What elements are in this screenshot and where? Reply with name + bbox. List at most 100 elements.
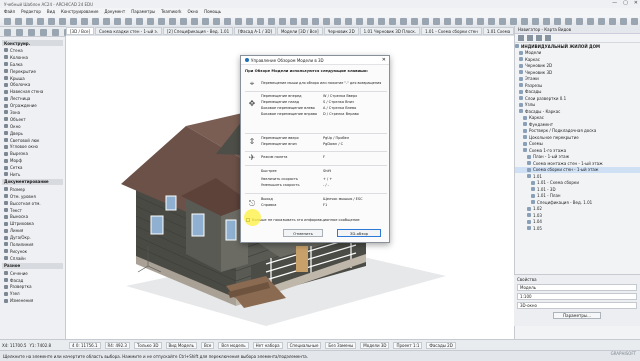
quick-option[interactable]: Вся модель (218, 341, 249, 349)
toolbar-tool-icon[interactable] (213, 17, 220, 25)
quick-option[interactable]: Все (200, 341, 215, 349)
minimize-button[interactable]: — (612, 0, 617, 6)
design-tool-9[interactable]: Зона (2, 109, 63, 116)
toolbar-tool-icon[interactable] (543, 17, 550, 25)
toolbar-tool-icon[interactable] (114, 17, 121, 25)
toolbar-tool-icon[interactable] (631, 17, 638, 25)
explore-3d-button[interactable]: 3D-обзор (337, 229, 381, 237)
toolbar-tool-icon[interactable] (40, 28, 47, 36)
view-tab[interactable]: Черновик 2D (323, 27, 359, 35)
toolbar-tool-icon[interactable] (400, 17, 407, 25)
design-tool-11[interactable]: Окно (2, 123, 63, 130)
design-tool-3[interactable]: Перекрытие (2, 68, 63, 75)
toolbar-tool-icon[interactable] (81, 17, 88, 25)
toolbar-tool-icon[interactable] (48, 17, 55, 25)
toolbar-tool-icon[interactable] (279, 17, 286, 25)
more-tool-3[interactable]: Узел (2, 290, 63, 297)
document-tool-6[interactable]: Линия (2, 227, 63, 234)
design-tool-14[interactable]: Угловое окно (2, 143, 63, 150)
more-tool-2[interactable]: Развертка (2, 284, 63, 291)
design-tool-2[interactable]: Балка (2, 61, 63, 68)
toolbar-tool-icon[interactable] (433, 17, 440, 25)
document-tool-1[interactable]: Отм. уровня (2, 193, 63, 200)
view-tab[interactable]: Схема кладки стен - 1-ый э. (95, 27, 162, 35)
document-tool-3[interactable]: Текст (2, 207, 63, 214)
toolbar-tool-icon[interactable] (169, 17, 176, 25)
view-tab[interactable]: [Фасад A-1 / 3D] (234, 27, 276, 35)
quick-option[interactable]: Без Замены (325, 341, 357, 349)
document-tool-10[interactable]: Сплайн (2, 255, 63, 262)
close-window-button[interactable]: ✕ (634, 0, 638, 6)
toolbar-tool-icon[interactable] (4, 28, 11, 36)
view-tab[interactable]: 1.01 Схема (482, 27, 514, 35)
document-tool-9[interactable]: Рисунок (2, 248, 63, 255)
menu-design[interactable]: Конструирование (61, 9, 98, 14)
toolbar-tool-icon[interactable] (521, 17, 528, 25)
cancel-button[interactable]: Отменить (283, 229, 323, 237)
view-map-icon[interactable] (527, 35, 533, 41)
toolbar-tool-icon[interactable] (466, 17, 473, 25)
toolbar-tool-icon[interactable] (16, 28, 23, 36)
toolbar-tool-icon[interactable] (576, 17, 583, 25)
toolbar-tool-icon[interactable] (334, 17, 341, 25)
view-tab[interactable]: [2] Спецификация - Вед. 1.01 (162, 27, 234, 35)
toolbar-tool-icon[interactable] (422, 17, 429, 25)
toolbar-tool-icon[interactable] (598, 17, 605, 25)
toolbar-tool-icon[interactable] (268, 17, 275, 25)
toolbar-tool-icon[interactable] (312, 17, 319, 25)
quick-option[interactable]: Нет набора (252, 341, 283, 349)
view-type-field[interactable]: 3D-окно (517, 302, 637, 309)
more-tool-1[interactable]: Фасад (2, 277, 63, 284)
view-tab[interactable]: 1.01 Черновик 3D Плоск. (359, 27, 421, 35)
design-tool-7[interactable]: Лестница (2, 95, 63, 102)
quick-option[interactable]: Модели 3D (360, 341, 390, 349)
toolbar-tool-icon[interactable] (26, 17, 33, 25)
quick-option[interactable]: Специальные (286, 341, 322, 349)
quick-option[interactable]: R4: 492.3 (104, 341, 130, 349)
toolbar-tool-icon[interactable] (92, 17, 99, 25)
more-tool-0[interactable]: Сечение (2, 270, 63, 277)
toolbar-tool-icon[interactable] (4, 17, 11, 25)
document-tool-0[interactable]: Размер (2, 186, 63, 193)
toolbar-tool-icon[interactable] (455, 17, 462, 25)
toolbar-tool-icon[interactable] (37, 17, 44, 25)
toolbar-tool-icon[interactable] (488, 17, 495, 25)
toolbar-tool-icon[interactable] (28, 28, 35, 36)
quick-option[interactable]: Фасады 2D (426, 341, 456, 349)
toolbar-tool-icon[interactable] (103, 17, 110, 25)
dialog-close-icon[interactable]: ✕ (382, 57, 386, 63)
toolbar-tool-icon[interactable] (378, 17, 385, 25)
view-tab[interactable]: 1.01 - Схема сборки стен (421, 27, 482, 35)
toolbar-tool-icon[interactable] (136, 17, 143, 25)
maximize-button[interactable]: ▢ (623, 0, 628, 6)
dont-show-again-checkbox[interactable]: Больше не показывать это информационное … (246, 218, 360, 222)
toolbar-tool-icon[interactable] (345, 17, 352, 25)
toolbar-tool-icon[interactable] (235, 17, 242, 25)
design-tool-18[interactable]: Нить (2, 171, 63, 178)
toolbar-tool-icon[interactable] (411, 17, 418, 25)
toolbar-tool-icon[interactable] (15, 17, 22, 25)
view-tab[interactable]: Модели [3D / Все] (276, 27, 323, 35)
quick-option[interactable]: Проект 1:1 (393, 341, 423, 349)
document-tool-4[interactable]: Выноска (2, 213, 63, 220)
design-tool-17[interactable]: Сетка (2, 164, 63, 171)
menu-file[interactable]: Файл (4, 9, 15, 14)
toolbar-tool-icon[interactable] (389, 17, 396, 25)
design-tool-16[interactable]: Морф (2, 157, 63, 164)
menu-teamwork[interactable]: Teamwork (161, 9, 181, 14)
toolbar-tool-icon[interactable] (52, 28, 59, 36)
document-tool-2[interactable]: Высотная отм. (2, 200, 63, 207)
design-tool-0[interactable]: Стена (2, 47, 63, 54)
design-tool-10[interactable]: Объект (2, 116, 63, 123)
toolbar-tool-icon[interactable] (587, 17, 594, 25)
design-tool-1[interactable]: Колонна (2, 54, 63, 61)
toolbar-tool-icon[interactable] (620, 17, 627, 25)
quick-option[interactable]: Вид Модель (165, 341, 197, 349)
menu-document[interactable]: Документ (104, 9, 125, 14)
quick-option[interactable]: 4 0: 11756.1 (69, 341, 101, 349)
toolbar-tool-icon[interactable] (257, 17, 264, 25)
view-tab[interactable]: [3D / Все] (66, 27, 95, 35)
toolbar-tool-icon[interactable] (609, 17, 616, 25)
toolbar-tool-icon[interactable] (532, 17, 539, 25)
scale-field[interactable]: 1:100 (517, 293, 637, 300)
